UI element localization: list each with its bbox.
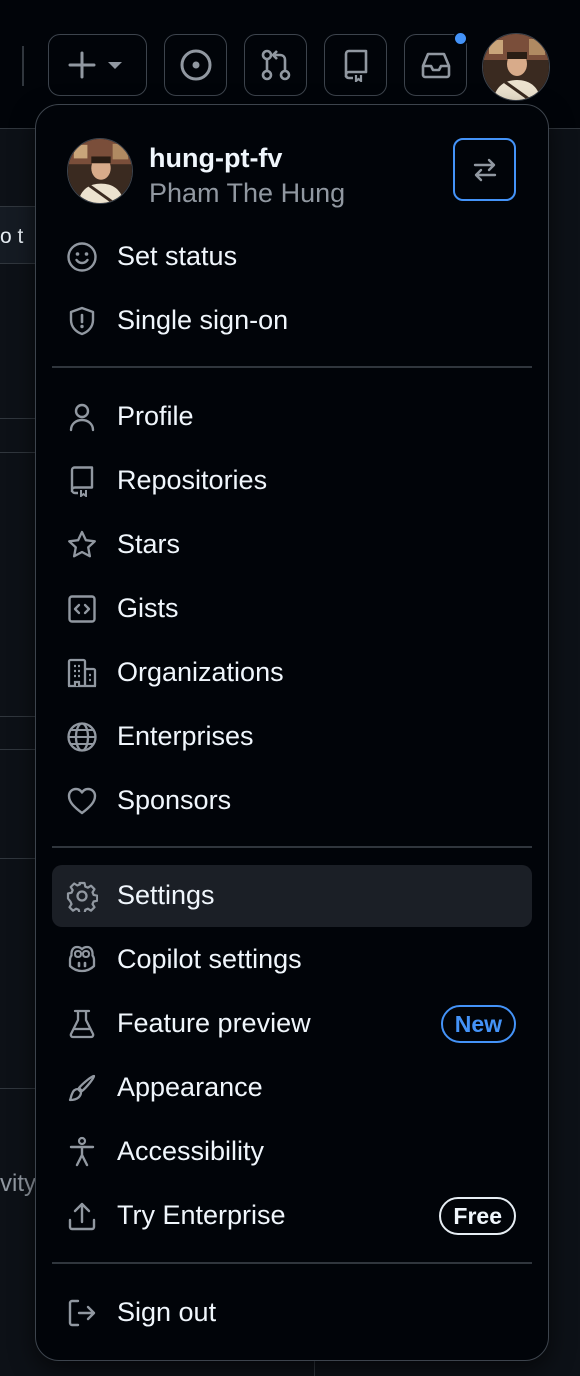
menu-item-label: Try Enterprise — [117, 1200, 286, 1230]
background-divider — [0, 1088, 36, 1089]
paintbrush-icon — [68, 1074, 96, 1102]
switch-account-button[interactable] — [453, 138, 516, 201]
menu-divider — [52, 366, 532, 368]
gear-icon — [66, 881, 98, 912]
background-divider — [0, 452, 36, 453]
repo-icon — [70, 466, 94, 497]
inbox-icon — [421, 52, 450, 79]
free-badge: Free — [439, 1197, 516, 1235]
menu-item-label: Repositories — [117, 465, 268, 495]
issue-opened-icon — [180, 49, 211, 81]
shield-lock-icon — [69, 306, 95, 336]
header-divider — [22, 46, 24, 86]
menu-item-sponsors[interactable]: Sponsors — [52, 770, 532, 832]
user-menu-dropdown: hung-pt-fv Pham The Hung Set status Sing… — [35, 104, 549, 1361]
user-full-name: Pham The Hung — [149, 178, 346, 208]
menu-item-label: Organizations — [117, 657, 284, 687]
repo-icon — [344, 49, 367, 82]
globe-icon — [67, 722, 97, 752]
avatar-image — [483, 34, 549, 100]
heart-icon — [67, 787, 97, 815]
smiley-icon — [67, 242, 97, 272]
background-tab-text: o t — [0, 225, 24, 248]
menu-item-appearance[interactable]: Appearance — [52, 1057, 532, 1119]
menu-item-settings[interactable]: Settings — [52, 865, 532, 927]
avatar-image — [68, 139, 132, 203]
menu-item-label: Gists — [117, 593, 179, 623]
menu-item-label: Settings — [117, 880, 215, 910]
menu-item-label: Single sign-on — [117, 305, 289, 335]
menu-item-label: Feature preview — [117, 1008, 311, 1038]
user-avatar-button[interactable] — [482, 33, 550, 101]
menu-divider — [52, 1262, 532, 1264]
code-square-icon — [68, 595, 96, 623]
organization-icon — [67, 658, 97, 688]
menu-item-try-enterprise[interactable]: Try Enterprise Free — [52, 1185, 532, 1247]
menu-item-enterprises[interactable]: Enterprises — [52, 706, 532, 768]
menu-item-single-sign-on[interactable]: Single sign-on — [52, 290, 532, 352]
menu-item-copilot-settings[interactable]: Copilot settings — [52, 929, 532, 991]
menu-item-organizations[interactable]: Organizations — [52, 642, 532, 704]
menu-item-stars[interactable]: Stars — [52, 514, 532, 576]
git-pull-request-icon — [261, 49, 290, 81]
pull-requests-button[interactable] — [244, 34, 307, 96]
background-divider — [0, 749, 36, 750]
menu-item-repositories[interactable]: Repositories — [52, 450, 532, 512]
menu-item-set-status[interactable]: Set status — [52, 226, 532, 288]
sign-out-icon — [68, 1299, 96, 1327]
menu-item-label: Profile — [117, 401, 194, 431]
background-divider — [0, 418, 36, 419]
menu-avatar — [67, 138, 133, 204]
create-new-button[interactable] — [48, 34, 147, 96]
menu-item-profile[interactable]: Profile — [52, 386, 532, 448]
accessibility-icon — [69, 1136, 95, 1167]
menu-item-label: Enterprises — [117, 721, 254, 751]
menu-item-label: Appearance — [117, 1072, 263, 1102]
copilot-icon — [68, 945, 96, 973]
new-badge: New — [440, 1005, 516, 1043]
menu-item-label: Copilot settings — [117, 944, 302, 974]
person-icon — [69, 403, 95, 432]
menu-item-gists[interactable]: Gists — [52, 578, 532, 640]
menu-item-label: Set status — [117, 241, 238, 271]
user-login: hung-pt-fv — [149, 143, 283, 173]
background-text: vity — [0, 1170, 36, 1197]
background-tab: o t — [0, 206, 36, 264]
beaker-icon — [69, 1009, 95, 1039]
arrow-switch-icon — [473, 158, 496, 181]
menu-item-sign-out[interactable]: Sign out — [52, 1282, 532, 1344]
background-divider — [0, 858, 36, 859]
star-icon — [68, 530, 96, 558]
notification-indicator — [453, 31, 468, 46]
issues-button[interactable] — [164, 34, 227, 96]
menu-item-label: Sponsors — [117, 785, 232, 815]
menu-item-label: Accessibility — [117, 1136, 265, 1166]
repositories-button[interactable] — [324, 34, 387, 96]
upload-icon — [68, 1202, 96, 1231]
menu-item-label: Sign out — [117, 1297, 217, 1327]
menu-item-feature-preview[interactable]: Feature preview New — [52, 993, 532, 1055]
plus-icon — [68, 51, 122, 79]
menu-item-label: Stars — [117, 529, 181, 559]
menu-divider — [52, 846, 532, 848]
background-divider — [0, 716, 36, 717]
menu-item-accessibility[interactable]: Accessibility — [52, 1121, 532, 1183]
